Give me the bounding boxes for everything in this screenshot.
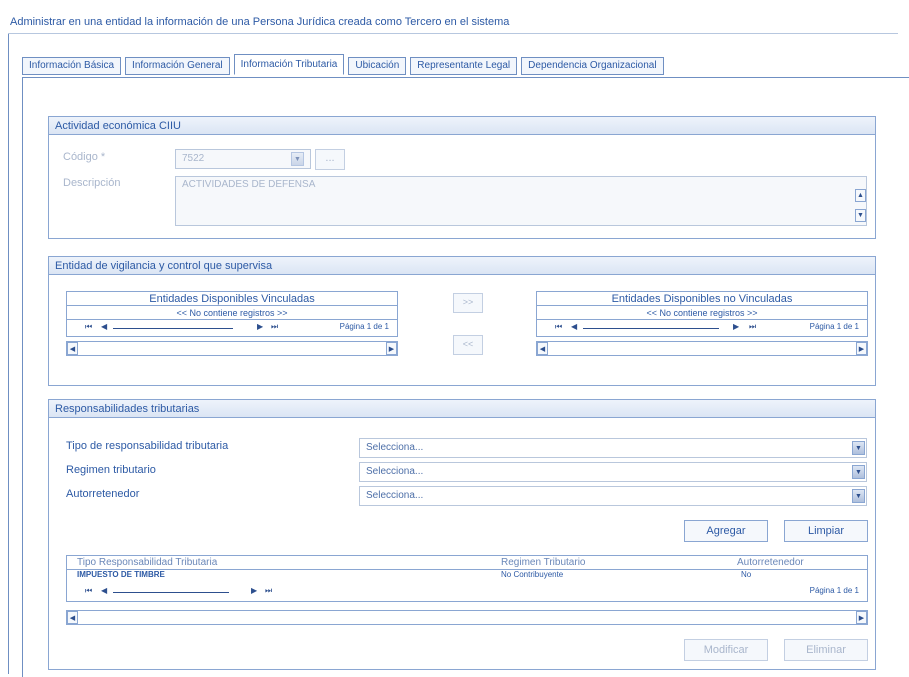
page-border [8, 34, 9, 674]
tab-representante-legal[interactable]: Representante Legal [410, 57, 518, 75]
arrow-left-icon: ◀ [69, 614, 76, 622]
scroll-left-icon[interactable]: ◀ [537, 342, 548, 355]
autorretenedor-label: Autorretenedor [66, 488, 140, 500]
last-page-icon[interactable]: ⏭ [265, 586, 272, 596]
tab-ubicacion[interactable]: Ubicación [348, 57, 407, 75]
first-page-icon[interactable]: ⏮ [85, 322, 92, 332]
eliminar-button[interactable]: Eliminar [784, 639, 868, 661]
prev-page-icon[interactable]: ◀ [571, 322, 577, 331]
regimen-tributario-dropdown-arrow[interactable]: ▼ [852, 465, 865, 479]
entidades-vinculadas-empty: << No contiene registros >> [67, 306, 397, 320]
descripcion-scroll-down[interactable]: ▼ [855, 209, 866, 222]
tipo-responsabilidad-select[interactable]: Selecciona... [359, 438, 867, 458]
codigo-lookup-button[interactable]: ... [315, 149, 345, 170]
tipo-responsabilidad-value: Selecciona... [366, 442, 424, 453]
autorretenedor-dropdown-arrow[interactable]: ▼ [852, 489, 865, 503]
entidades-no-vinculadas-list: Entidades Disponibles no Vinculadas << N… [536, 291, 868, 337]
scroll-down-icon: ▼ [857, 212, 864, 219]
regimen-tributario-value: Selecciona... [366, 466, 424, 477]
chevron-down-icon: ▼ [855, 444, 862, 452]
entidades-vinculadas-pager: ⏮ ◀ ▶ ⏭ Página 1 de 1 [67, 321, 397, 335]
responsabilidades-table: Tipo Responsabilidad Tributaria Regimen … [66, 555, 868, 602]
scroll-right-icon[interactable]: ▶ [386, 342, 397, 355]
first-page-icon[interactable]: ⏮ [555, 322, 562, 332]
move-left-button[interactable]: << [453, 335, 483, 355]
regimen-tributario-select[interactable]: Selecciona... [359, 462, 867, 482]
table-row[interactable]: IMPUESTO DE TIMBRE No Contribuyente No [67, 556, 867, 580]
arrow-left-icon: ◀ [69, 345, 76, 353]
tab-dependencia-organizacional[interactable]: Dependencia Organizacional [521, 57, 664, 75]
entidades-no-vinculadas-empty: << No contiene registros >> [537, 306, 867, 320]
scroll-left-icon[interactable]: ◀ [67, 342, 78, 355]
codigo-label: Código * [63, 151, 106, 163]
codigo-value: 7522 [182, 153, 205, 164]
autorretenedor-select[interactable]: Selecciona... [359, 486, 867, 506]
page-indicator: Página 1 de 1 [809, 586, 859, 595]
entidad-vigilancia-header: Entidad de vigilancia y control que supe… [49, 257, 875, 275]
scroll-up-icon: ▲ [857, 192, 864, 199]
responsabilidades-pager: ⏮ ◀ ▶ ⏭ Página 1 de 1 [67, 585, 867, 599]
tab-informacion-basica[interactable]: Información Básica [22, 57, 122, 75]
chevron-down-icon: ▼ [294, 155, 301, 163]
entidad-vigilancia-group: Entidad de vigilancia y control que supe… [48, 256, 876, 386]
cell-tipo: IMPUESTO DE TIMBRE [77, 570, 165, 579]
regimen-tributario-label: Regimen tributario [66, 464, 156, 476]
tab-informacion-tributaria[interactable]: Información Tributaria [233, 54, 345, 75]
autorretenedor-value: Selecciona... [366, 490, 424, 501]
prev-page-icon[interactable]: ◀ [101, 586, 107, 595]
agregar-button[interactable]: Agregar [684, 520, 768, 542]
arrow-right-icon: ▶ [858, 345, 865, 353]
tipo-responsabilidad-label: Tipo de responsabilidad tributaria [66, 440, 229, 452]
chevron-down-icon: ▼ [855, 492, 862, 500]
move-right-button[interactable]: >> [453, 293, 483, 313]
pager-divider [113, 592, 229, 593]
descripcion-scroll-up[interactable]: ▲ [855, 189, 866, 202]
descripcion-value: ACTIVIDADES DE DEFENSA [182, 179, 316, 190]
scroll-right-icon[interactable]: ▶ [856, 342, 867, 355]
page-indicator: Página 1 de 1 [339, 322, 389, 331]
chevron-down-icon: ▼ [855, 468, 862, 476]
last-page-icon[interactable]: ⏭ [271, 322, 278, 332]
entidades-vinculadas-hscroll[interactable]: ◀ ▶ [66, 341, 398, 356]
entidades-no-vinculadas-pager: ⏮ ◀ ▶ ⏭ Página 1 de 1 [537, 321, 867, 335]
tab-informacion-general[interactable]: Información General [125, 57, 230, 75]
entidades-vinculadas-list: Entidades Disponibles Vinculadas << No c… [66, 291, 398, 337]
limpiar-button[interactable]: Limpiar [784, 520, 868, 542]
responsabilidades-hscroll[interactable]: ◀ ▶ [66, 610, 868, 625]
descripcion-textarea[interactable]: ACTIVIDADES DE DEFENSA [175, 176, 867, 226]
entidades-no-vinculadas-title: Entidades Disponibles no Vinculadas [537, 292, 867, 306]
actividad-economica-header: Actividad económica CIIU [49, 117, 875, 135]
tab-bar: Información Básica Información General I… [22, 54, 908, 77]
modificar-button[interactable]: Modificar [684, 639, 768, 661]
next-page-icon[interactable]: ▶ [251, 586, 257, 595]
first-page-icon[interactable]: ⏮ [85, 586, 92, 596]
prev-page-icon[interactable]: ◀ [101, 322, 107, 331]
actividad-economica-group: Actividad económica CIIU Código * 7522 ▼… [48, 116, 876, 239]
arrow-left-icon: ◀ [539, 345, 546, 353]
pager-divider [113, 328, 233, 329]
next-page-icon[interactable]: ▶ [257, 322, 263, 331]
responsabilidades-header: Responsabilidades tributarias [49, 400, 875, 418]
descripcion-label: Descripción [63, 177, 121, 189]
cell-regimen: No Contribuyente [501, 570, 564, 579]
scroll-left-icon[interactable]: ◀ [67, 611, 78, 624]
responsabilidades-group: Responsabilidades tributarias Tipo de re… [48, 399, 876, 670]
codigo-dropdown-arrow[interactable]: ▼ [291, 152, 304, 166]
entidades-vinculadas-title: Entidades Disponibles Vinculadas [67, 292, 397, 306]
last-page-icon[interactable]: ⏭ [749, 322, 756, 332]
tipo-responsabilidad-dropdown-arrow[interactable]: ▼ [852, 441, 865, 455]
entidades-no-vinculadas-hscroll[interactable]: ◀ ▶ [536, 341, 868, 356]
cell-autorretenedor: No [741, 570, 752, 579]
scroll-right-icon[interactable]: ▶ [856, 611, 867, 624]
page-indicator: Página 1 de 1 [809, 322, 859, 331]
pager-divider [583, 328, 719, 329]
arrow-right-icon: ▶ [858, 614, 865, 622]
arrow-right-icon: ▶ [388, 345, 395, 353]
window-title: Administrar en una entidad la informació… [8, 14, 898, 34]
next-page-icon[interactable]: ▶ [733, 322, 739, 331]
